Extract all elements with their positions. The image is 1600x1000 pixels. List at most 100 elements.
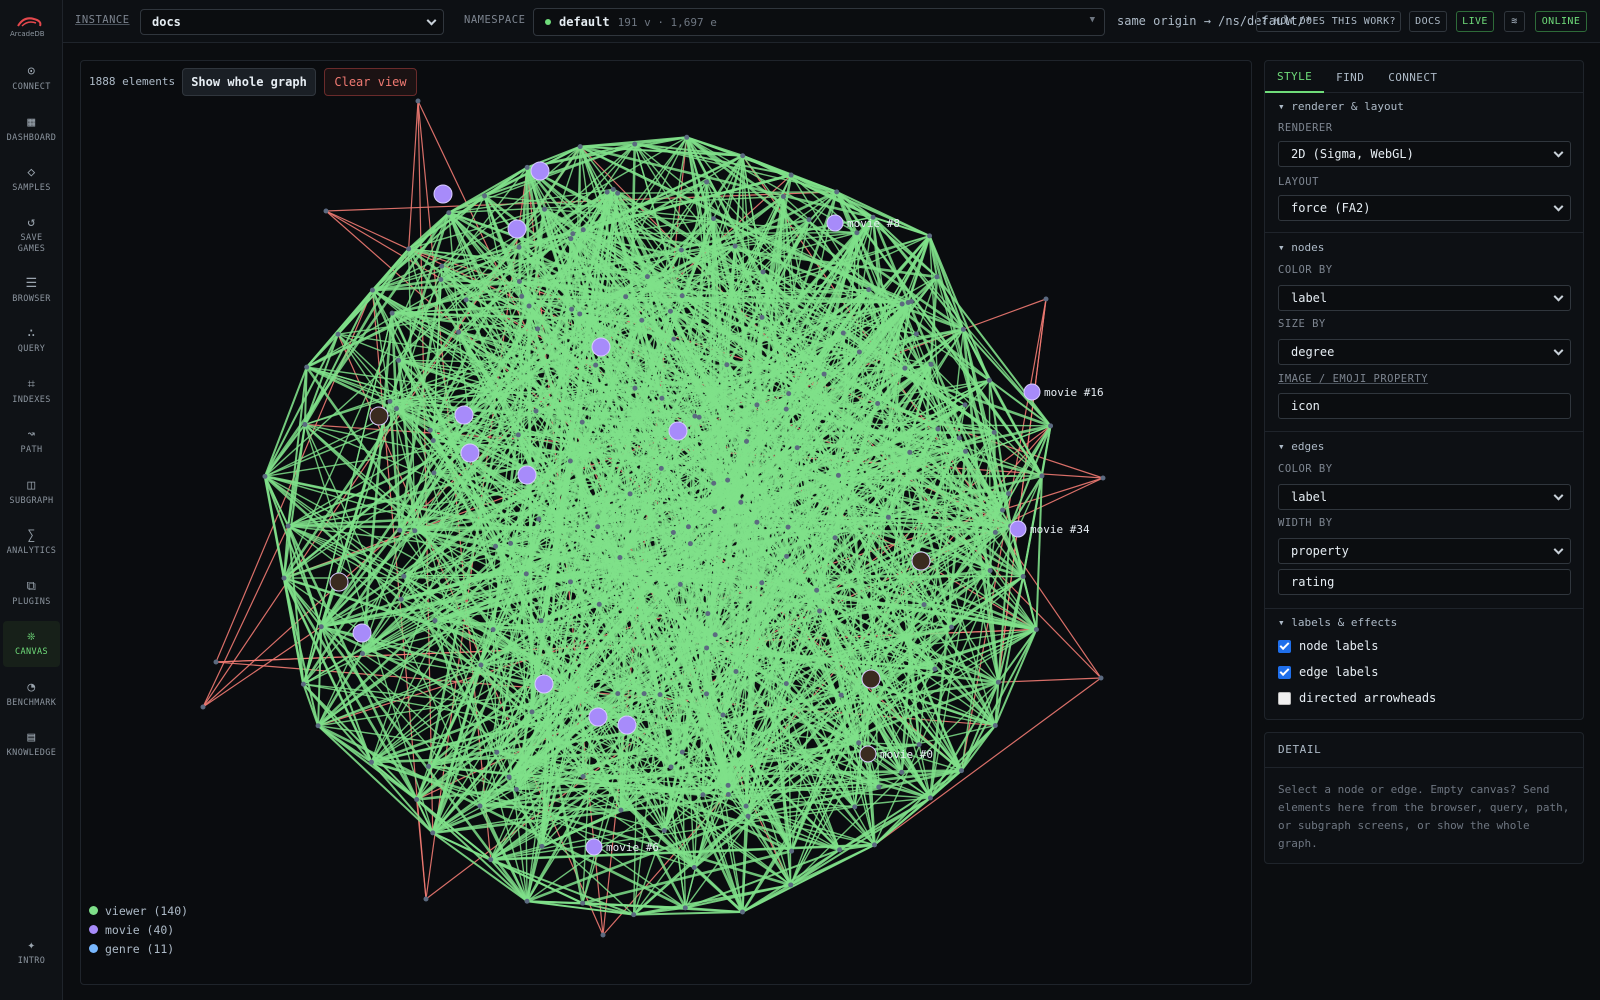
edge[interactable] xyxy=(202,525,289,708)
viewer-node[interactable] xyxy=(661,828,667,834)
viewer-node[interactable] xyxy=(600,932,606,938)
viewer-node[interactable] xyxy=(482,193,488,199)
movie-node[interactable] xyxy=(585,838,603,856)
viewer-node[interactable] xyxy=(623,294,629,300)
movie-node[interactable] xyxy=(911,551,931,571)
viewer-node[interactable] xyxy=(935,426,941,432)
viewer-node[interactable] xyxy=(615,691,621,697)
viewer-node[interactable] xyxy=(430,830,436,836)
viewer-node[interactable] xyxy=(760,269,766,275)
image-property-input[interactable]: icon xyxy=(1278,393,1571,419)
nav-samples[interactable]: ◇ SAMPLES xyxy=(3,157,60,203)
nav-path[interactable]: ↝ PATH xyxy=(3,419,60,465)
viewer-node[interactable] xyxy=(304,364,310,370)
nav-dashboard[interactable]: ▦ DASHBOARD xyxy=(3,107,60,153)
viewer-node[interactable] xyxy=(414,797,420,803)
viewer-node[interactable] xyxy=(438,277,444,283)
viewer-node[interactable] xyxy=(659,395,665,401)
viewer-node[interactable] xyxy=(733,669,739,675)
viewer-node[interactable] xyxy=(684,134,690,140)
viewer-node[interactable] xyxy=(541,206,547,212)
movie-node[interactable] xyxy=(1009,520,1027,538)
viewer-node[interactable] xyxy=(627,491,633,497)
nav-indexes[interactable]: ⌗ INDEXES xyxy=(3,369,60,415)
viewer-node[interactable] xyxy=(738,499,744,505)
viewer-node[interactable] xyxy=(692,413,698,419)
edge[interactable] xyxy=(988,380,991,571)
width-by-select[interactable]: property xyxy=(1278,538,1571,564)
viewer-node[interactable] xyxy=(838,692,844,698)
viewer-node[interactable] xyxy=(987,568,993,574)
viewer-node[interactable] xyxy=(632,141,638,147)
namespace-select[interactable]: default 191 v · 1,697 e ▼ xyxy=(533,8,1105,36)
viewer-node[interactable] xyxy=(732,243,738,249)
viewer-node[interactable] xyxy=(300,681,306,687)
viewer-node[interactable] xyxy=(852,804,858,810)
viewer-node[interactable] xyxy=(677,581,683,587)
viewer-node[interactable] xyxy=(986,377,992,383)
viewer-node[interactable] xyxy=(617,555,623,561)
viewer-node[interactable] xyxy=(533,408,539,414)
viewer-node[interactable] xyxy=(788,172,794,178)
viewer-node[interactable] xyxy=(963,448,969,454)
viewer-node[interactable] xyxy=(393,406,399,412)
viewer-node[interactable] xyxy=(506,774,512,780)
viewer-node[interactable] xyxy=(916,742,922,748)
viewer-node[interactable] xyxy=(1006,491,1012,497)
viewer-node[interactable] xyxy=(784,553,790,559)
movie-node[interactable] xyxy=(507,219,527,239)
viewer-node[interactable] xyxy=(783,406,789,412)
viewer-node[interactable] xyxy=(754,402,760,408)
viewer-node[interactable] xyxy=(1000,507,1006,513)
viewer-node[interactable] xyxy=(744,438,750,444)
viewer-node[interactable] xyxy=(876,784,882,790)
viewer-node[interactable] xyxy=(618,807,624,813)
viewer-node[interactable] xyxy=(568,236,574,242)
viewer-node[interactable] xyxy=(1100,475,1106,481)
viewer-node[interactable] xyxy=(668,764,674,770)
app-logo[interactable]: ArcadeDB xyxy=(6,10,56,38)
viewer-node[interactable] xyxy=(493,543,499,549)
movie-node[interactable] xyxy=(534,674,554,694)
movie-node[interactable] xyxy=(454,405,474,425)
viewer-node[interactable] xyxy=(335,331,341,337)
viewer-node[interactable] xyxy=(696,414,702,420)
viewer-node[interactable] xyxy=(754,519,760,525)
effects-section-toggle[interactable]: ▾ labels & effects xyxy=(1278,616,1397,629)
node-color-by-select[interactable]: label xyxy=(1278,285,1571,311)
nodes-section-toggle[interactable]: ▾ nodes xyxy=(1278,241,1324,254)
nav-subgraph[interactable]: ◫ SUBGRAPH xyxy=(3,470,60,516)
viewer-node[interactable] xyxy=(567,458,573,464)
viewer-node[interactable] xyxy=(927,233,933,239)
live-badge[interactable]: LIVE xyxy=(1456,11,1494,32)
viewer-node[interactable] xyxy=(785,524,791,530)
viewer-node[interactable] xyxy=(515,432,521,438)
viewer-node[interactable] xyxy=(516,278,522,284)
viewer-node[interactable] xyxy=(840,330,846,336)
viewer-node[interactable] xyxy=(632,385,638,391)
viewer-node[interactable] xyxy=(921,602,927,608)
edge-labels-checkbox[interactable] xyxy=(1278,665,1291,679)
viewer-node[interactable] xyxy=(788,882,794,888)
viewer-node[interactable] xyxy=(806,217,812,223)
viewer-node[interactable] xyxy=(477,803,483,809)
viewer-node[interactable] xyxy=(927,795,933,801)
viewer-node[interactable] xyxy=(412,528,418,534)
viewer-node[interactable] xyxy=(302,422,308,428)
viewer-node[interactable] xyxy=(932,666,938,672)
viewer-node[interactable] xyxy=(569,306,575,312)
size-by-select[interactable]: degree xyxy=(1278,339,1571,365)
viewer-node[interactable] xyxy=(406,246,412,252)
movie-node[interactable] xyxy=(329,572,349,592)
viewer-node[interactable] xyxy=(992,529,998,535)
viewer-node[interactable] xyxy=(682,905,688,911)
viewer-node[interactable] xyxy=(213,659,219,665)
viewer-node[interactable] xyxy=(262,473,268,479)
viewer-node[interactable] xyxy=(949,624,955,630)
viewer-node[interactable] xyxy=(899,301,905,307)
viewer-node[interactable] xyxy=(580,773,586,779)
viewer-node[interactable] xyxy=(832,535,838,541)
viewer-node[interactable] xyxy=(1033,626,1039,632)
viewer-node[interactable] xyxy=(685,524,691,530)
movie-node[interactable] xyxy=(460,443,480,463)
